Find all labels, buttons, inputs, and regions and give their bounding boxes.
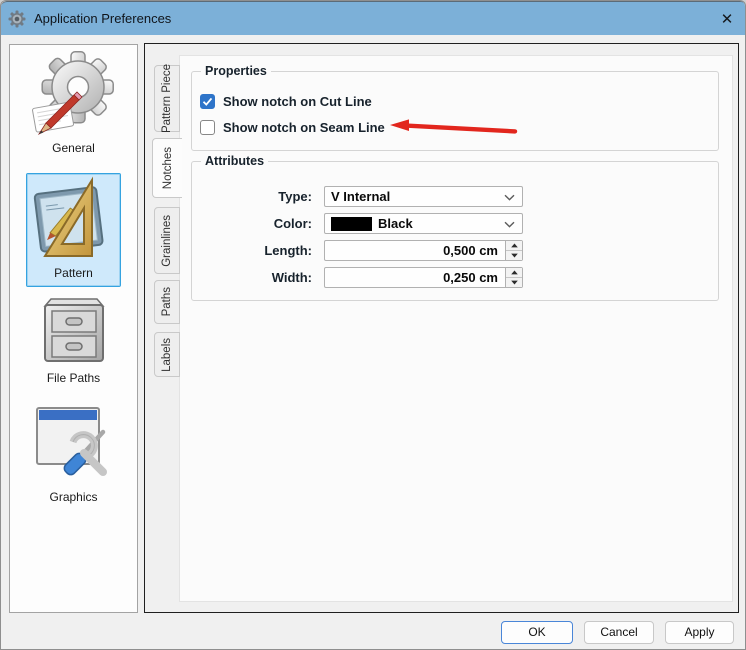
spin-down-button[interactable]	[506, 251, 522, 261]
combobox-value: Black	[378, 216, 413, 231]
group-title: Attributes	[201, 154, 268, 168]
notches-tab-page: Properties Show notch on Cut Line Show n…	[179, 55, 733, 602]
close-button[interactable]: ✕	[711, 2, 743, 36]
length-spinbox[interactable]: 0,500 cm	[324, 240, 523, 261]
title-bar[interactable]: Application Preferences ✕	[1, 1, 746, 35]
sidebar-item-label: Pattern	[27, 266, 120, 280]
cancel-button[interactable]: Cancel	[584, 621, 654, 644]
gear-icon	[8, 10, 26, 28]
combobox-value: V Internal	[331, 189, 390, 204]
properties-group: Properties Show notch on Cut Line Show n…	[191, 71, 719, 151]
tab-label: Notches	[162, 147, 174, 189]
settings-tab-widget: Pattern Piece Notches Grainlines Paths L…	[144, 43, 739, 613]
sidebar-item-label: General	[26, 141, 121, 155]
sidebar-item-label: Graphics	[26, 490, 121, 504]
tab-label: Labels	[161, 338, 173, 372]
sidebar-item-file-paths[interactable]: File Paths	[26, 297, 121, 393]
spin-up-button[interactable]	[506, 241, 522, 251]
chevron-down-icon	[504, 221, 515, 228]
tab-label: Paths	[161, 287, 173, 316]
type-label: Type:	[192, 186, 318, 207]
category-sidebar: General Pattern	[9, 44, 138, 613]
window-title: Application Preferences	[34, 2, 171, 36]
tab-notches[interactable]: Notches	[152, 138, 182, 198]
cut-line-checkbox[interactable]	[200, 94, 215, 109]
drawing-board-icon	[32, 176, 116, 260]
sidebar-item-general[interactable]: General	[26, 51, 121, 166]
checkbox-label: Show notch on Cut Line	[223, 94, 372, 109]
tab-labels[interactable]: Labels	[154, 332, 180, 377]
type-combobox[interactable]: V Internal	[324, 186, 523, 207]
sidebar-item-graphics[interactable]: Graphics	[26, 402, 121, 512]
ok-button[interactable]: OK	[501, 621, 573, 644]
width-label: Width:	[192, 267, 318, 288]
arrow-down-icon	[511, 253, 518, 258]
window-tools-icon	[33, 402, 115, 484]
tab-grainlines[interactable]: Grainlines	[154, 207, 180, 274]
gear-pencil-icon	[32, 51, 116, 135]
length-label: Length:	[192, 240, 318, 261]
arrow-up-icon	[511, 270, 518, 275]
tab-label: Pattern Piece	[161, 64, 173, 133]
color-label: Color:	[192, 213, 318, 234]
color-swatch	[331, 217, 372, 231]
spinbox-value: 0,250 cm	[325, 268, 498, 287]
tab-paths[interactable]: Paths	[154, 280, 180, 324]
file-cabinet-icon	[41, 297, 107, 365]
apply-button[interactable]: Apply	[665, 621, 734, 644]
checkbox-row-cut-line: Show notch on Cut Line	[200, 93, 372, 109]
color-combobox[interactable]: Black	[324, 213, 523, 234]
application-preferences-dialog: Application Preferences ✕	[0, 0, 746, 650]
arrow-up-icon	[511, 243, 518, 248]
tab-pattern-piece[interactable]: Pattern Piece	[154, 65, 180, 132]
spin-buttons	[505, 241, 522, 260]
spin-down-button[interactable]	[506, 278, 522, 288]
group-title: Properties	[201, 64, 271, 78]
sidebar-item-label: File Paths	[26, 371, 121, 385]
arrow-down-icon	[511, 280, 518, 285]
checkmark-icon	[201, 95, 214, 108]
red-arrow-annotation	[385, 118, 520, 138]
tab-label: Grainlines	[161, 215, 173, 267]
checkbox-label: Show notch on Seam Line	[223, 120, 385, 135]
seam-line-checkbox[interactable]	[200, 120, 215, 135]
attributes-group: Attributes Type: V Internal Color: Black	[191, 161, 719, 301]
spin-up-button[interactable]	[506, 268, 522, 278]
checkbox-row-seam-line: Show notch on Seam Line	[200, 119, 385, 135]
close-icon: ✕	[721, 10, 734, 28]
spinbox-value: 0,500 cm	[325, 241, 498, 260]
sidebar-item-pattern[interactable]: Pattern	[26, 173, 121, 287]
spin-buttons	[505, 268, 522, 287]
width-spinbox[interactable]: 0,250 cm	[324, 267, 523, 288]
chevron-down-icon	[504, 194, 515, 201]
